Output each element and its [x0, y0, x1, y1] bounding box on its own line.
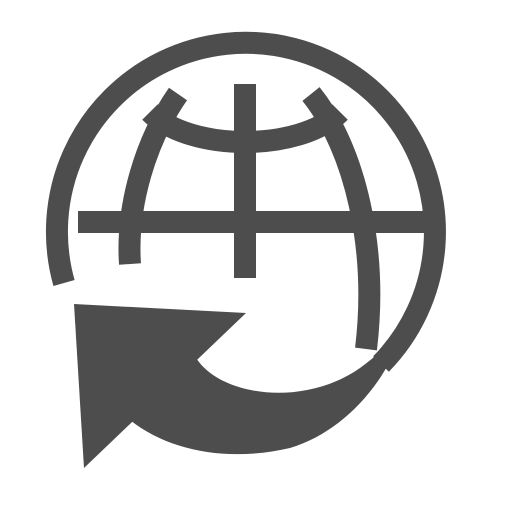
icon-canvas — [0, 0, 512, 512]
globe-return-arrow-icon — [45, 31, 446, 468]
